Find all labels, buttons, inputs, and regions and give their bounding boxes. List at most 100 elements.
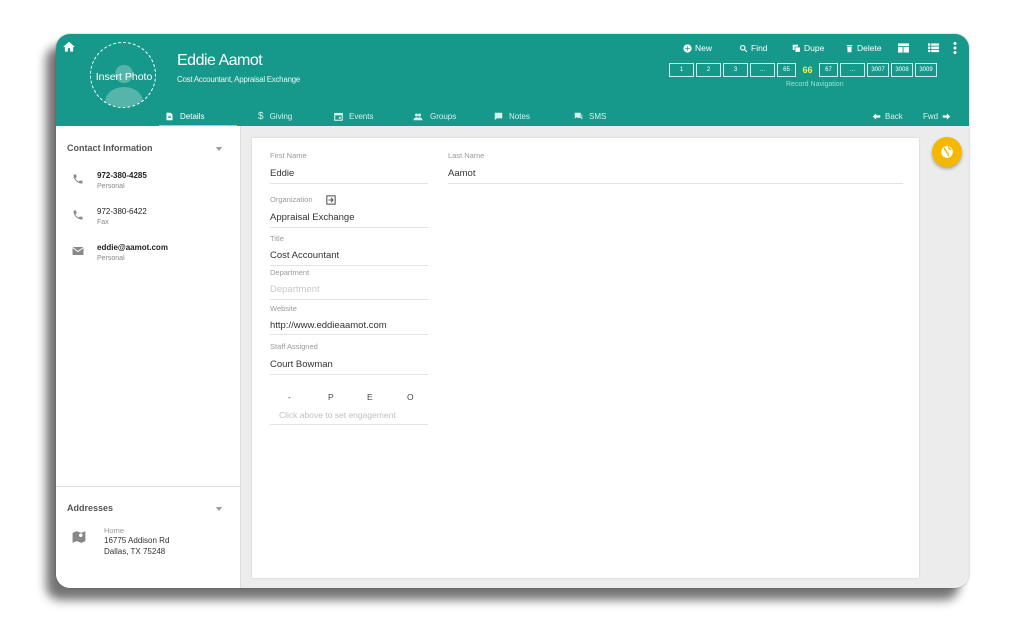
arrow-right-icon <box>942 113 951 120</box>
find-label: Find <box>751 43 768 53</box>
card-view-icon[interactable] <box>898 43 909 53</box>
email-type: Personal <box>97 255 125 262</box>
find-button[interactable]: Find <box>739 43 768 53</box>
tab-events[interactable]: Events <box>328 107 379 126</box>
phone-type: Personal <box>97 183 125 190</box>
back-button[interactable]: Back <box>872 107 903 126</box>
field-underline <box>270 374 428 375</box>
field-underline <box>270 227 428 228</box>
tab-label: Notes <box>509 112 530 121</box>
forward-label: Fwd <box>923 112 939 121</box>
phone-type: Fax <box>97 219 109 226</box>
document-icon <box>166 112 173 121</box>
trash-icon <box>846 44 853 52</box>
map-icon <box>72 531 86 543</box>
open-link-icon[interactable] <box>326 195 336 205</box>
title-field[interactable]: Cost Accountant <box>270 250 339 261</box>
contact-header: Insert Photo Eddie Aamot Cost Accountant… <box>56 34 969 127</box>
page-button[interactable]: 1 <box>669 63 694 77</box>
tab-label: Groups <box>430 112 457 121</box>
sidebar: Contact Information 972-380-4285 Persona… <box>56 126 241 588</box>
phone-icon <box>73 174 83 184</box>
staff-assigned-field[interactable]: Court Bowman <box>270 359 333 370</box>
phone-number: 972-380-4285 <box>97 171 147 180</box>
page-button[interactable]: 3009 <box>915 63 937 77</box>
globe-fab-button[interactable] <box>932 137 962 167</box>
more-vertical-icon[interactable] <box>953 42 957 54</box>
chat-icon <box>574 112 583 120</box>
phone-icon <box>73 210 83 220</box>
record-navigation-label: Record Navigation <box>786 81 844 88</box>
tab-groups[interactable]: Groups <box>406 107 462 126</box>
delete-label: Delete <box>857 43 882 53</box>
field-underline <box>270 299 428 300</box>
new-label: New <box>695 43 713 53</box>
organization-label: Organization <box>270 195 313 204</box>
tab-sms[interactable]: SMS <box>568 107 612 126</box>
copy-icon <box>792 44 801 53</box>
forward-button[interactable]: Fwd <box>923 107 951 126</box>
page-button[interactable]: 67 <box>819 63 838 77</box>
insert-photo-button[interactable]: Insert Photo <box>90 42 156 108</box>
chevron-down-icon[interactable] <box>216 147 222 151</box>
staff-assigned-label: Staff Assigned <box>270 342 318 351</box>
current-page-button[interactable]: 66 <box>798 63 817 77</box>
organization-field[interactable]: Appraisal Exchange <box>270 212 355 223</box>
dupe-button[interactable]: Dupe <box>792 43 824 53</box>
chevron-down-icon[interactable] <box>216 507 222 511</box>
field-underline <box>270 183 428 184</box>
record-pager: 1 2 3 ... 65 66 67 ... 3007 3008 3009 <box>669 63 937 77</box>
tab-label: SMS <box>589 112 607 121</box>
engagement-option[interactable]: - <box>288 392 291 402</box>
engagement-option[interactable]: E <box>367 392 373 402</box>
back-label: Back <box>885 112 903 121</box>
tab-giving[interactable]: $ Giving <box>252 107 298 126</box>
delete-button[interactable]: Delete <box>845 43 882 53</box>
address-line1: 16775 Addison Rd <box>104 536 170 545</box>
dupe-label: Dupe <box>804 43 825 53</box>
field-underline <box>270 334 428 335</box>
website-field[interactable]: http://www.eddieaamot.com <box>270 320 387 331</box>
page-button[interactable]: 2 <box>696 63 721 77</box>
contact-info-title: Contact Information <box>67 143 153 153</box>
insert-photo-label: Insert Photo <box>95 71 153 83</box>
department-field[interactable]: Department <box>270 284 320 295</box>
field-underline <box>448 183 903 184</box>
tab-bar: Details $ Giving Events Groups Notes SMS <box>56 107 969 127</box>
page-button[interactable]: 3008 <box>891 63 913 77</box>
engagement-option[interactable]: O <box>407 392 414 402</box>
email-address: eddie@aamot.com <box>97 243 168 252</box>
home-icon[interactable] <box>62 40 76 54</box>
app-window: Insert Photo Eddie Aamot Cost Accountant… <box>56 34 969 588</box>
page-button[interactable]: ... <box>750 63 775 77</box>
address-type: Home <box>104 526 125 535</box>
first-name-field[interactable]: Eddie <box>270 168 294 179</box>
page-button[interactable]: 65 <box>777 63 796 77</box>
tab-notes[interactable]: Notes <box>488 107 536 126</box>
search-icon <box>739 44 748 52</box>
list-view-icon[interactable] <box>928 43 939 53</box>
page-button[interactable]: ... <box>840 63 865 77</box>
engagement-option[interactable]: P <box>328 392 334 402</box>
address-line2: Dallas, TX 75248 <box>104 547 166 556</box>
tab-details[interactable]: Details <box>159 107 237 127</box>
department-label: Department <box>270 268 310 277</box>
field-underline <box>270 424 428 425</box>
title-label: Title <box>270 234 284 243</box>
globe-icon <box>941 146 953 158</box>
page-button[interactable]: 3 <box>723 63 748 77</box>
new-button[interactable]: New <box>683 43 712 53</box>
plus-circle-icon <box>683 43 692 53</box>
addresses-title: Addresses <box>67 503 114 513</box>
tab-label: Details <box>180 112 205 121</box>
last-name-field[interactable]: Aamot <box>448 168 475 179</box>
tab-label: Events <box>349 112 374 121</box>
arrow-left-icon <box>872 113 881 120</box>
details-form: First Name Eddie Last Name Aamot Organiz… <box>252 138 919 578</box>
page-button[interactable]: 3007 <box>867 63 889 77</box>
first-name-label: First Name <box>270 151 307 160</box>
contact-name: Eddie Aamot <box>177 52 263 69</box>
contact-subtitle: Cost Accountant, Appraisal Exchange <box>177 75 300 84</box>
mail-icon <box>72 247 84 255</box>
tab-label: Giving <box>269 112 293 121</box>
